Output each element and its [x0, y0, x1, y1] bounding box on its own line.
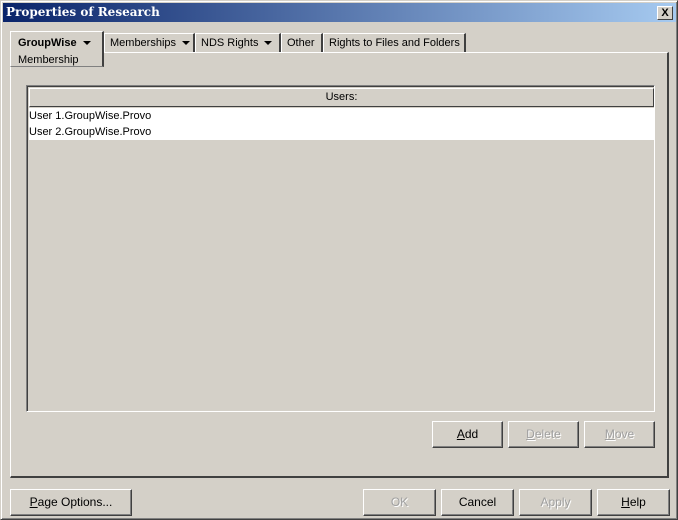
tab-sub-membership[interactable]: Membership: [18, 54, 95, 66]
users-listbox[interactable]: Users: User 1.GroupWise.Provo User 2.Gro…: [26, 85, 655, 412]
label: elp: [629, 495, 646, 509]
tab-rights-to-files-and-folders[interactable]: Rights to Files and Folders: [323, 33, 466, 53]
list-item[interactable]: User 1.GroupWise.Provo: [29, 108, 654, 124]
tab-groupwise[interactable]: GroupWise Membership: [10, 31, 104, 67]
tab-label: GroupWise: [18, 37, 77, 49]
label: ove: [614, 427, 635, 441]
mnemonic: M: [604, 427, 615, 441]
ok-button[interactable]: OK: [363, 489, 436, 516]
tab-other[interactable]: Other: [281, 33, 323, 53]
page-options-button[interactable]: Page Options...: [10, 489, 132, 516]
properties-dialog: Properties of Research X GroupWise Membe…: [0, 0, 678, 520]
mnemonic: P: [29, 495, 38, 509]
list-item[interactable]: User 2.GroupWise.Provo: [29, 124, 654, 140]
cancel-button[interactable]: Cancel: [441, 489, 514, 516]
users-list: User 1.GroupWise.Provo User 2.GroupWise.…: [29, 108, 654, 140]
apply-button[interactable]: Apply: [519, 489, 592, 516]
tab-label: Other: [287, 37, 315, 49]
label: age Options...: [37, 495, 113, 509]
help-button[interactable]: Help: [597, 489, 670, 516]
close-button[interactable]: X: [657, 6, 673, 20]
delete-button[interactable]: Delete: [508, 421, 579, 448]
dropdown-arrow-icon[interactable]: [264, 41, 273, 46]
tab-label: Rights to Files and Folders: [329, 37, 460, 49]
tab-label: NDS Rights: [201, 37, 259, 49]
mnemonic: D: [526, 427, 535, 441]
tab-label: Memberships: [110, 37, 177, 49]
label: elete: [534, 427, 561, 441]
tab-nds-rights[interactable]: NDS Rights: [195, 33, 281, 53]
window-title: Properties of Research: [6, 5, 160, 19]
users-column-header[interactable]: Users:: [29, 88, 654, 107]
tab-memberships[interactable]: Memberships: [104, 33, 195, 53]
move-button[interactable]: Move: [584, 421, 655, 448]
add-button[interactable]: Add: [432, 421, 503, 448]
dropdown-arrow-icon[interactable]: [82, 41, 91, 46]
close-icon: X: [661, 7, 669, 19]
label: dd: [464, 427, 479, 441]
mnemonic: A: [456, 427, 465, 441]
title-bar: Properties of Research X: [3, 3, 676, 22]
dropdown-arrow-icon[interactable]: [182, 41, 191, 46]
mnemonic: H: [621, 495, 630, 509]
